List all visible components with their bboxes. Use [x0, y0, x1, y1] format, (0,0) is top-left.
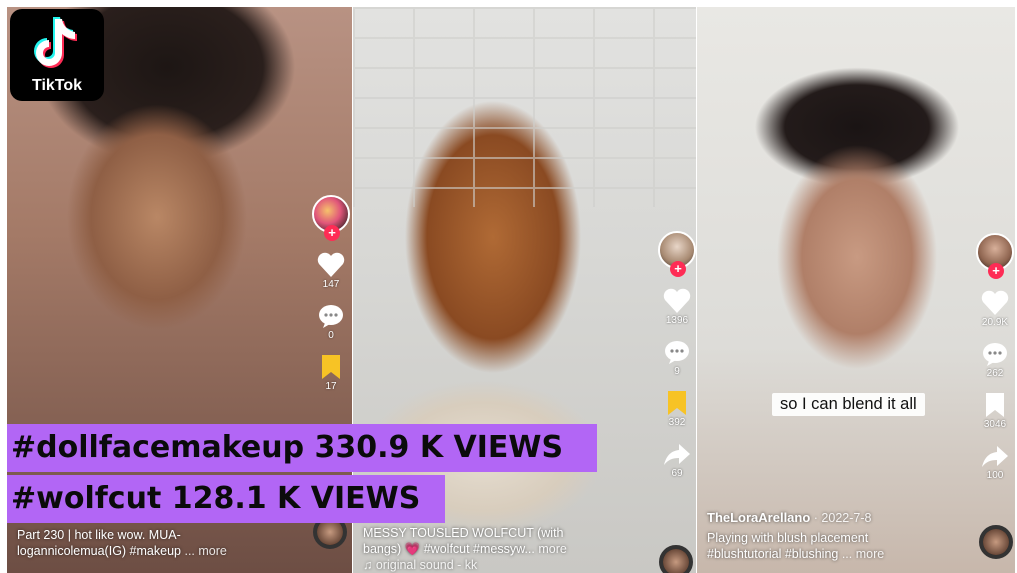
heart-icon[interactable]: [662, 287, 692, 315]
caption-line-1: Part 230 | hot like wow. MUA-: [17, 528, 181, 542]
caption-line-1: Playing with blush placement: [707, 531, 869, 545]
post-date: · 2022-7-8: [813, 511, 872, 525]
creator-avatar[interactable]: +: [658, 231, 696, 277]
creator-avatar[interactable]: +: [976, 233, 1014, 279]
music-disc-icon[interactable]: [659, 545, 693, 573]
follow-plus-icon[interactable]: +: [324, 225, 340, 241]
action-rail: + 1396 9 392 69: [655, 231, 696, 491]
hashtag-views-banner-dollface: #dollfacemakeup 330.9 K VIEWS: [7, 424, 597, 472]
follow-plus-icon[interactable]: +: [670, 261, 686, 277]
action-rail: + 147 0 17: [309, 195, 352, 404]
heart-icon[interactable]: [316, 251, 346, 279]
comment-icon[interactable]: [980, 340, 1010, 368]
save-count: 3046: [983, 419, 1007, 430]
share-icon[interactable]: [980, 442, 1010, 470]
bookmark-icon[interactable]: [316, 353, 346, 381]
action-rail: + 20.9K 262 3046 100: [973, 233, 1015, 493]
sound-label[interactable]: ♫ original sound - kk: [363, 557, 567, 573]
comment-icon[interactable]: [662, 338, 692, 366]
tiktok-logo-text: TikTok: [31, 77, 83, 94]
music-disc-icon[interactable]: [979, 525, 1013, 559]
comment-count: 9: [674, 366, 680, 377]
video-caption: Part 230 | hot like wow. MUA- logannicol…: [17, 527, 227, 559]
comment-count: 0: [328, 330, 334, 341]
caption-line-2: bangs) 💗 #wolfcut #messyw...: [363, 542, 535, 556]
video-subtitle: so I can blend it all: [772, 393, 925, 416]
follow-plus-icon[interactable]: +: [988, 263, 1004, 279]
like-count: 147: [322, 279, 340, 290]
caption-line-1: MESSY TOUSLED WOLFCUT (with: [363, 526, 564, 540]
more-link[interactable]: ... more: [842, 547, 884, 561]
save-count: 392: [668, 417, 686, 428]
share-icon[interactable]: [662, 440, 692, 468]
tiktok-logo: TikTok: [10, 9, 104, 101]
video-panel-blush[interactable]: + 20.9K 262 3046 100 so I can blend it a…: [697, 7, 1015, 573]
tiktok-note-icon: [34, 17, 77, 68]
brick-wall-background: [353, 7, 696, 207]
bookmark-icon[interactable]: [662, 389, 692, 417]
comment-icon[interactable]: [316, 302, 346, 330]
heart-icon[interactable]: [980, 289, 1010, 317]
creator-username[interactable]: TheLoraArellano: [707, 510, 810, 525]
like-count: 1396: [665, 315, 689, 326]
video-caption: MESSY TOUSLED WOLFCUT (with bangs) 💗 #wo…: [363, 525, 567, 573]
share-count: 100: [986, 470, 1004, 481]
comment-count: 262: [986, 368, 1004, 379]
caption-line-2: #blushtutorial #blushing: [707, 547, 839, 561]
bookmark-icon[interactable]: [980, 391, 1010, 419]
creator-avatar[interactable]: +: [312, 195, 350, 241]
more-link[interactable]: ... more: [184, 544, 226, 558]
more-link[interactable]: more: [538, 542, 566, 556]
caption-line-2: logannicolemua(IG) #makeup: [17, 544, 181, 558]
share-count: 69: [671, 468, 683, 479]
like-count: 20.9K: [981, 317, 1009, 328]
save-count: 17: [325, 381, 337, 392]
hashtag-views-banner-wolfcut: #wolfcut 128.1 K VIEWS: [7, 475, 445, 523]
video-caption: TheLoraArellano · 2022-7-8 Playing with …: [707, 510, 884, 562]
